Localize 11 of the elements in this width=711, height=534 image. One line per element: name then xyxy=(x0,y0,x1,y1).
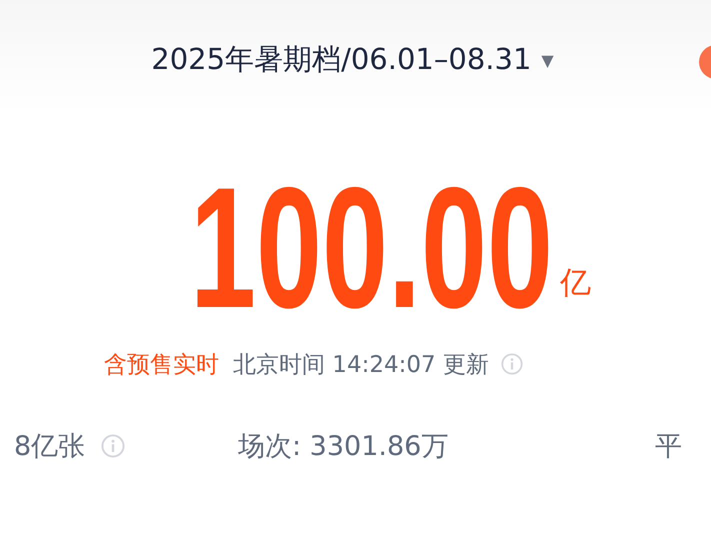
info-icon[interactable] xyxy=(500,353,523,375)
info-icon[interactable] xyxy=(101,434,126,458)
update-time: 北京时间 14:24:07 更新 xyxy=(233,350,489,380)
box-office-total: 100.00 xyxy=(190,180,553,318)
presale-label: 含预售实时 xyxy=(104,350,219,380)
season-dropdown[interactable]: 2025年暑期档/06.01–08.31 xyxy=(151,40,532,80)
stat-text: 场次: 3301.86万 xyxy=(238,430,448,464)
unit-label: 亿 xyxy=(560,264,591,303)
stat-text: 平 xyxy=(655,430,682,464)
caret-icon[interactable]: ▼ xyxy=(541,50,554,70)
stat-text: 8亿张 xyxy=(14,430,86,464)
